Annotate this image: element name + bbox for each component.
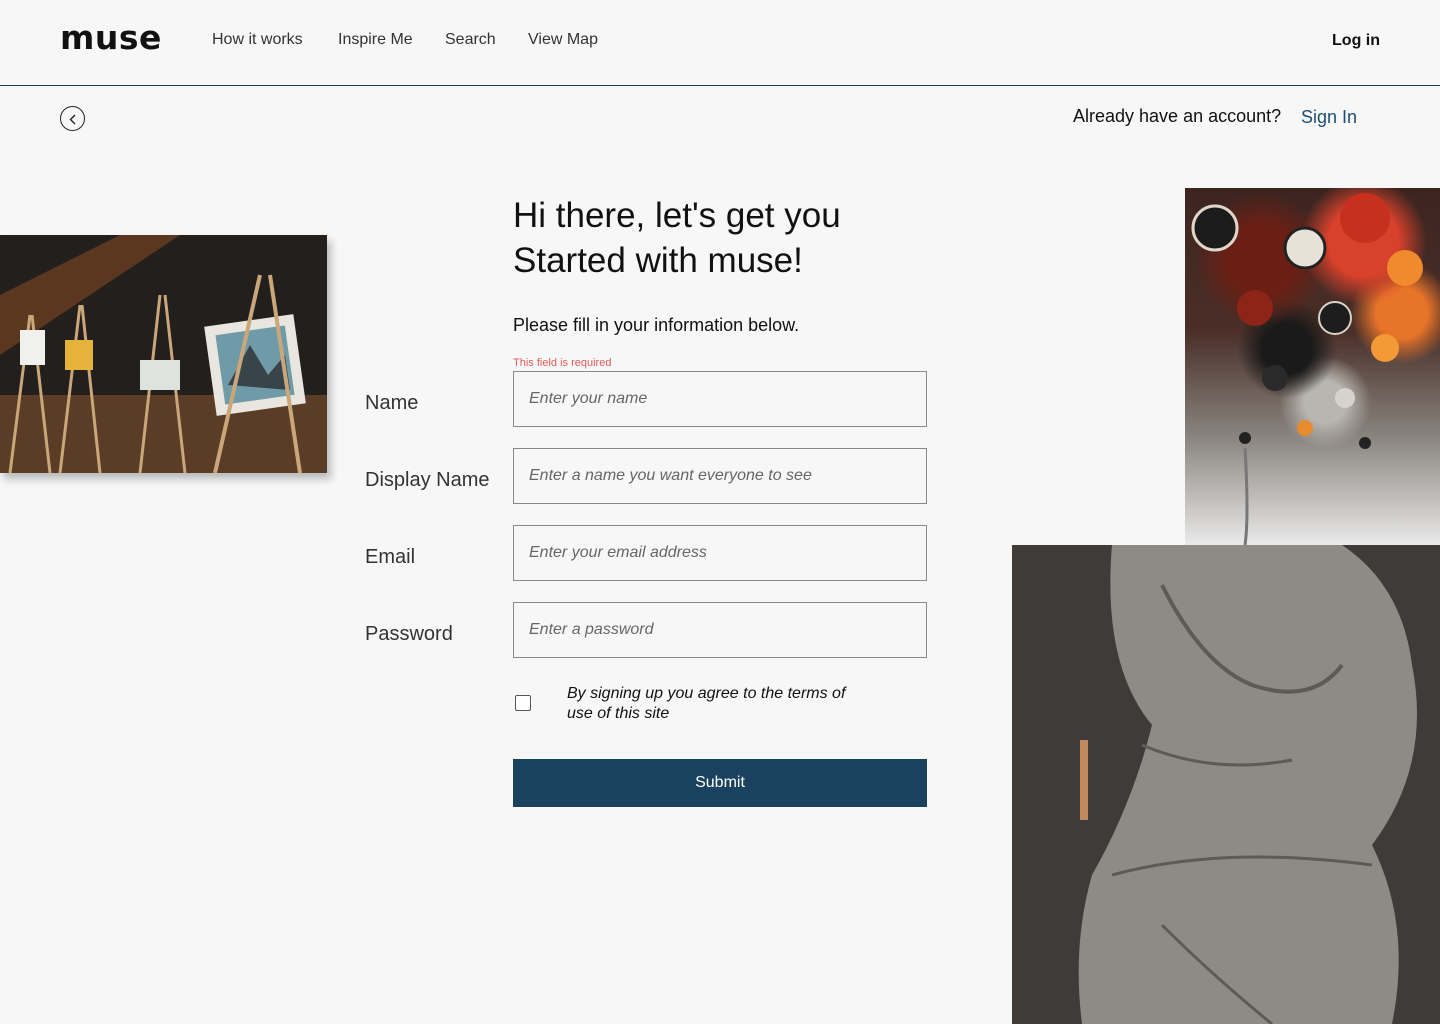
login-link[interactable]: Log in: [1332, 32, 1380, 50]
top-nav-bar: muse How it works Inspire Me Search View…: [0, 0, 1440, 86]
form-subheading: Please fill in your information below.: [513, 315, 800, 335]
muse-logo[interactable]: muse: [60, 18, 162, 57]
password-label: Password: [365, 623, 453, 645]
name-label: Name: [365, 392, 419, 414]
terms-checkbox[interactable]: [515, 695, 531, 711]
display-name-label: Display Name: [365, 469, 490, 491]
terms-text: By signing up you agree to the terms of …: [567, 685, 846, 722]
email-label: Email: [365, 546, 416, 568]
page-heading: Hi there, let's get you Started with mus…: [513, 196, 841, 280]
stone-statue-image: [1012, 545, 1440, 1024]
chevron-left-icon: [69, 114, 76, 125]
already-have-account-text: Already have an account?: [1073, 106, 1282, 126]
nav-how-it-works[interactable]: How it works: [212, 31, 303, 49]
back-button[interactable]: [60, 106, 85, 131]
email-input[interactable]: [513, 525, 927, 581]
display-name-input[interactable]: [513, 448, 927, 504]
nav-inspire-me[interactable]: Inspire Me: [338, 31, 413, 49]
password-input[interactable]: [513, 602, 927, 658]
nav-view-map[interactable]: View Map: [528, 31, 598, 49]
name-error-message: This field is required: [513, 357, 612, 369]
fluid-art-image: [1185, 188, 1440, 545]
nav-search[interactable]: Search: [445, 31, 496, 49]
name-input[interactable]: [513, 371, 927, 427]
submit-button[interactable]: Submit: [513, 759, 927, 807]
art-studio-image: [0, 235, 327, 473]
sign-in-link[interactable]: Sign In: [1301, 107, 1357, 128]
